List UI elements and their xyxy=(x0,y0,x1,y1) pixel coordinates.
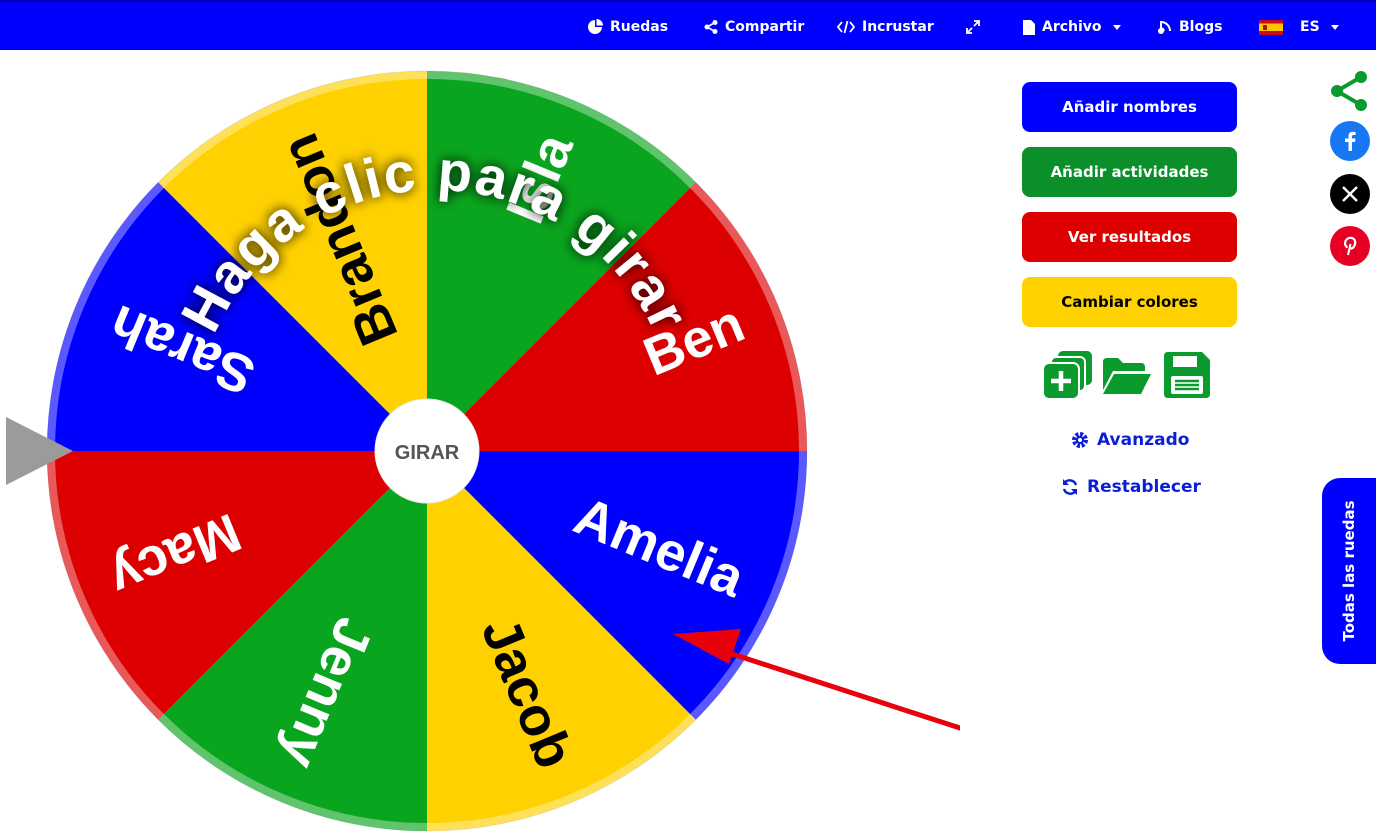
chevron-down-icon xyxy=(1330,24,1339,30)
expand-icon xyxy=(966,20,980,34)
flag-spain-icon xyxy=(1259,19,1283,35)
nav-archivo[interactable]: Archivo xyxy=(1023,2,1121,52)
add-activities-button[interactable]: Añadir actividades xyxy=(1022,147,1237,197)
spin-button[interactable]: GIRAR xyxy=(374,398,480,504)
nav-ruedas[interactable]: Ruedas xyxy=(587,2,668,52)
reset-link[interactable]: Restablecer xyxy=(1061,477,1201,497)
add-names-button[interactable]: Añadir nombres xyxy=(1022,82,1237,132)
x-icon xyxy=(1342,186,1358,202)
nav-fullscreen[interactable] xyxy=(966,2,980,52)
nav-compartir-label: Compartir xyxy=(725,19,805,35)
spin-button-label: GIRAR xyxy=(395,442,460,464)
nav-language[interactable]: ES xyxy=(1259,2,1339,52)
all-wheels-tab-label: Todas las ruedas xyxy=(1340,500,1358,642)
pie-chart-icon xyxy=(588,19,603,34)
code-icon xyxy=(837,20,855,34)
nav-compartir[interactable]: Compartir xyxy=(704,2,804,52)
nav-incrustar[interactable]: Incrustar xyxy=(837,2,934,52)
share-social-button[interactable] xyxy=(1328,70,1370,116)
file-icon xyxy=(1023,19,1035,35)
nav-language-label: ES xyxy=(1300,19,1320,35)
nav-archivo-label: Archivo xyxy=(1042,19,1102,35)
gear-icon xyxy=(1072,432,1088,448)
pinterest-icon xyxy=(1343,236,1357,256)
facebook-icon xyxy=(1345,131,1356,151)
new-wheel-button[interactable] xyxy=(1042,350,1094,404)
top-navbar: Ruedas Compartir Incrustar Archivo Blogs… xyxy=(0,0,1376,50)
nav-incrustar-label: Incrustar xyxy=(862,19,934,35)
facebook-share-button[interactable] xyxy=(1330,121,1370,161)
advanced-link[interactable]: Avanzado xyxy=(1071,430,1189,450)
share-icon xyxy=(704,20,718,34)
view-results-button[interactable]: Ver resultados xyxy=(1022,212,1237,262)
save-icon xyxy=(1164,352,1210,398)
app-root: Ruedas Compartir Incrustar Archivo Blogs… xyxy=(0,0,1376,836)
blog-icon xyxy=(1158,20,1171,34)
open-wheel-button[interactable] xyxy=(1101,356,1153,400)
pinterest-share-button[interactable] xyxy=(1330,226,1370,266)
nav-blogs[interactable]: Blogs xyxy=(1157,2,1222,52)
save-wheel-button[interactable] xyxy=(1162,350,1212,404)
open-folder-icon xyxy=(1103,358,1151,394)
x-share-button[interactable] xyxy=(1330,174,1370,214)
nav-ruedas-label: Ruedas xyxy=(610,19,669,35)
reset-label: Restablecer xyxy=(1087,477,1201,497)
all-wheels-tab[interactable]: Todas las ruedas xyxy=(1322,478,1376,664)
new-wheel-icon xyxy=(1042,351,1092,400)
change-colors-button[interactable]: Cambiar colores xyxy=(1022,277,1237,327)
nav-blogs-label: Blogs xyxy=(1179,19,1223,35)
advanced-label: Avanzado xyxy=(1097,430,1190,450)
refresh-icon xyxy=(1062,479,1078,495)
spin-wheel[interactable]: AmeliaJacobJennyMacySarah Brandon IslaBen … xyxy=(0,50,960,836)
wheel-area: Amelia Jacob Jenny Macy Sarah Brandon Isla Ben … xyxy=(0,50,960,836)
chevron-down-icon xyxy=(1112,24,1121,30)
share-icon xyxy=(1331,71,1367,111)
